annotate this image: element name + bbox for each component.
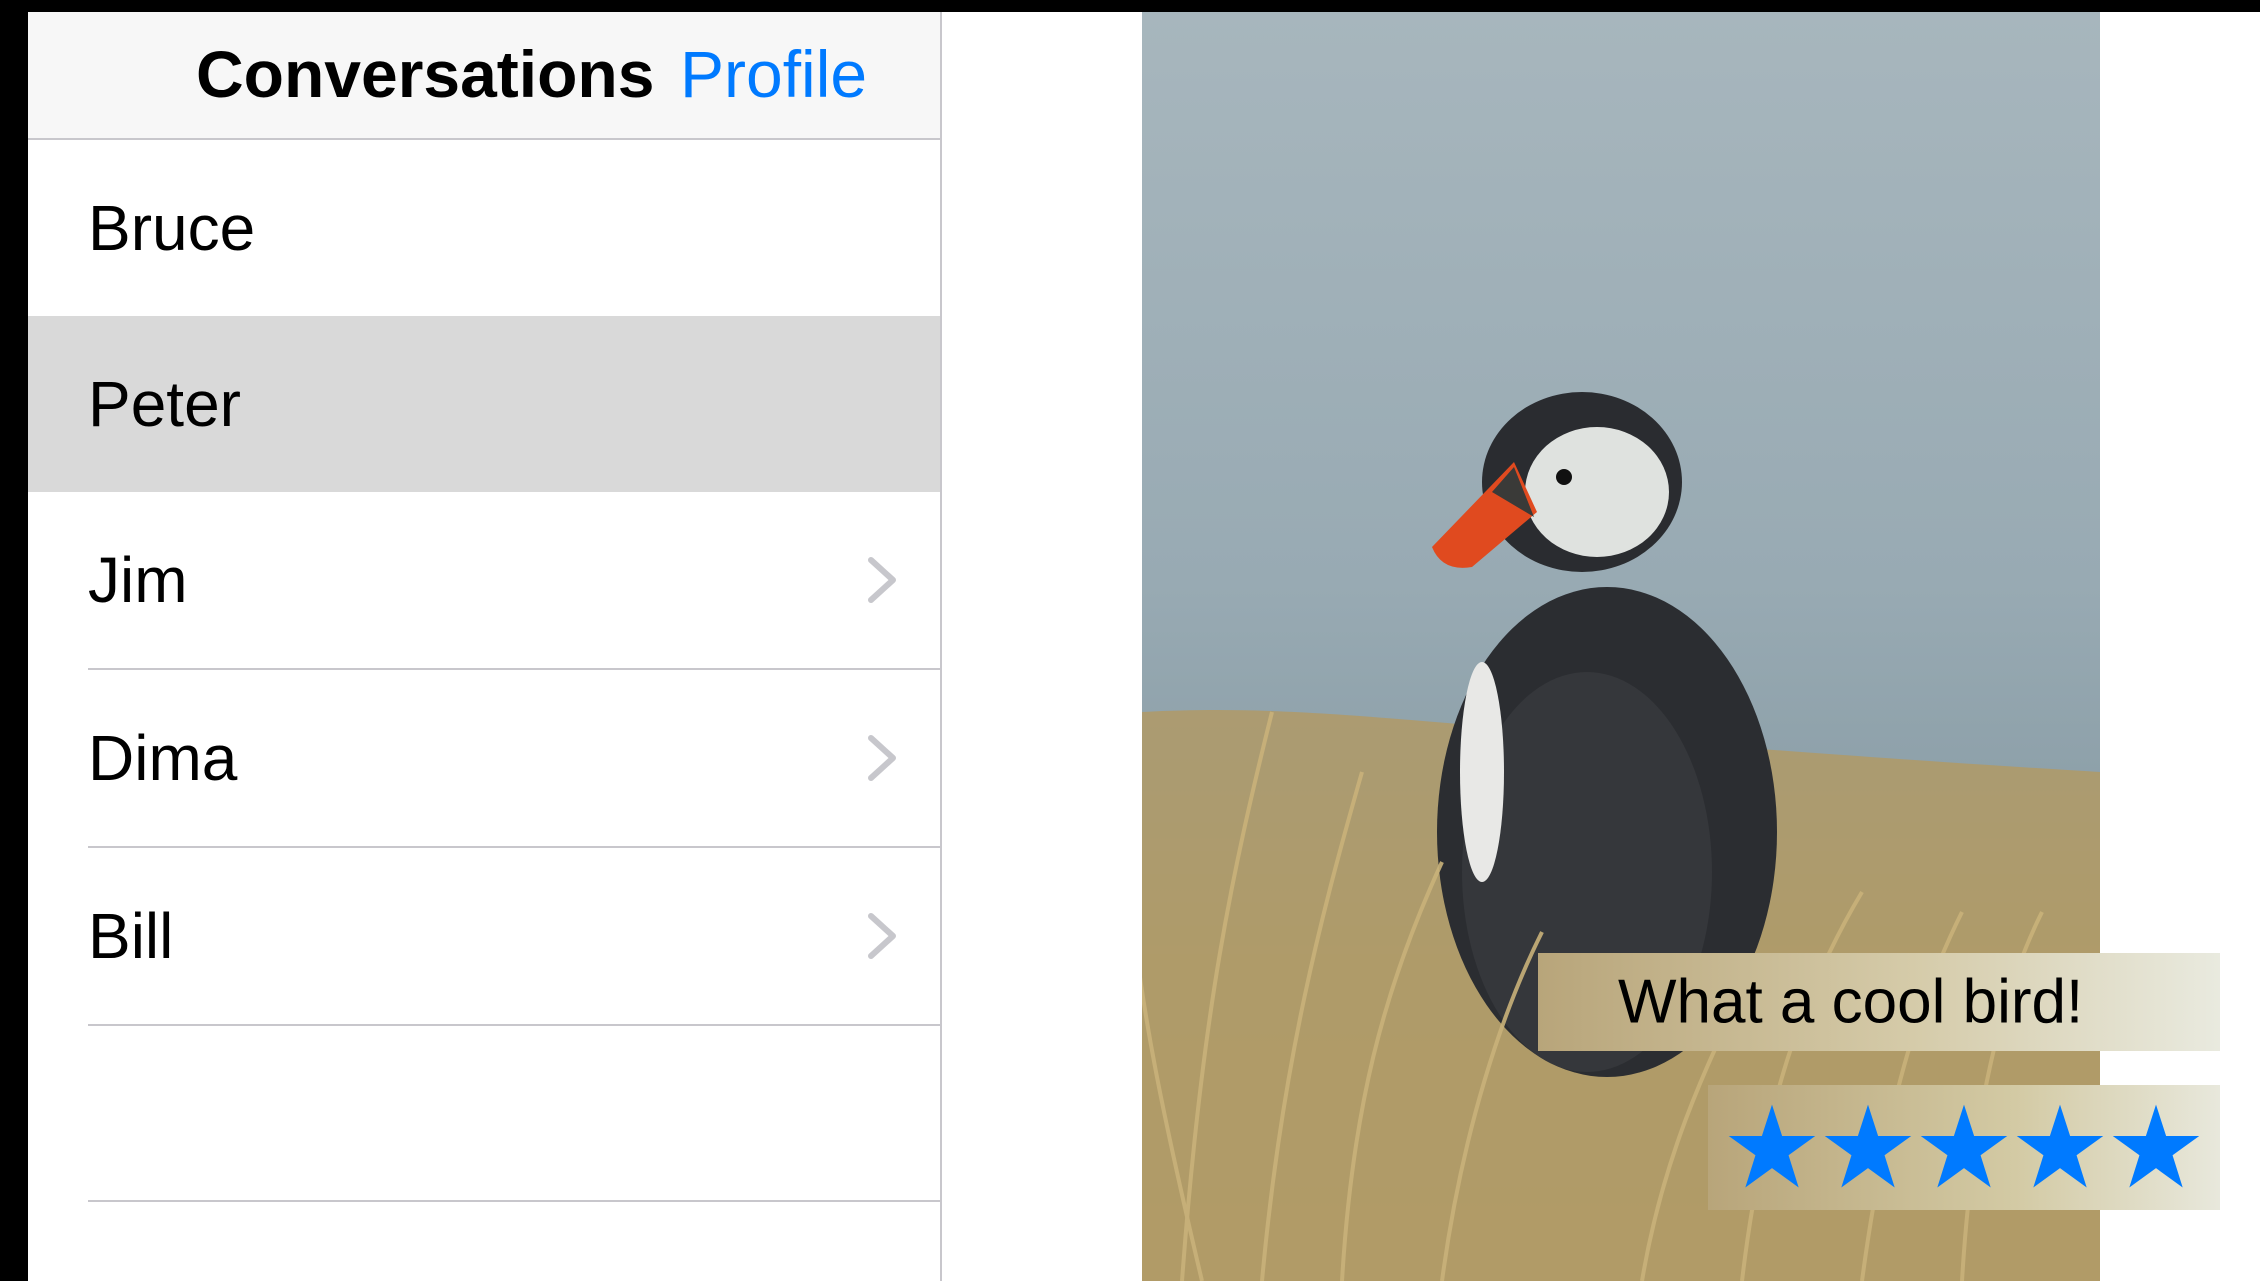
star-icon[interactable] <box>2014 1101 2106 1193</box>
conversation-name: Dima <box>88 722 238 794</box>
caption-text: What a cool bird! <box>1618 967 2084 1037</box>
conversation-name: Bill <box>88 900 174 972</box>
star-icon[interactable] <box>1918 1101 2010 1193</box>
row-separator <box>88 1024 941 1026</box>
star-icon[interactable] <box>1822 1101 1914 1193</box>
photo-caption: What a cool bird! <box>1538 953 2220 1051</box>
conversation-name: Jim <box>88 544 188 616</box>
chevron-right-icon <box>868 913 896 959</box>
star-icon[interactable] <box>1726 1101 1818 1193</box>
conversation-row-peter[interactable]: Peter <box>28 316 941 492</box>
conversation-row-dima[interactable]: Dima <box>28 670 941 846</box>
star-icon[interactable] <box>2110 1101 2202 1193</box>
conversations-sidebar: Conversations Profile Bruce Peter Jim Di… <box>28 12 941 1281</box>
detail-background <box>942 12 1142 1281</box>
star-rating[interactable] <box>1708 1085 2220 1210</box>
conversation-row-bruce[interactable]: Bruce <box>28 140 941 316</box>
chevron-right-icon <box>868 735 896 781</box>
conversation-row-bill[interactable]: Bill <box>28 848 941 1024</box>
row-separator <box>88 1200 941 1202</box>
navigation-bar: Conversations Profile <box>28 12 941 140</box>
chevron-right-icon <box>868 557 896 603</box>
conversation-name: Bruce <box>88 192 256 264</box>
page-title: Conversations <box>196 37 655 111</box>
conversation-row-jim[interactable]: Jim <box>28 492 941 668</box>
conversation-name: Peter <box>88 368 241 440</box>
profile-button[interactable]: Profile <box>680 36 867 112</box>
